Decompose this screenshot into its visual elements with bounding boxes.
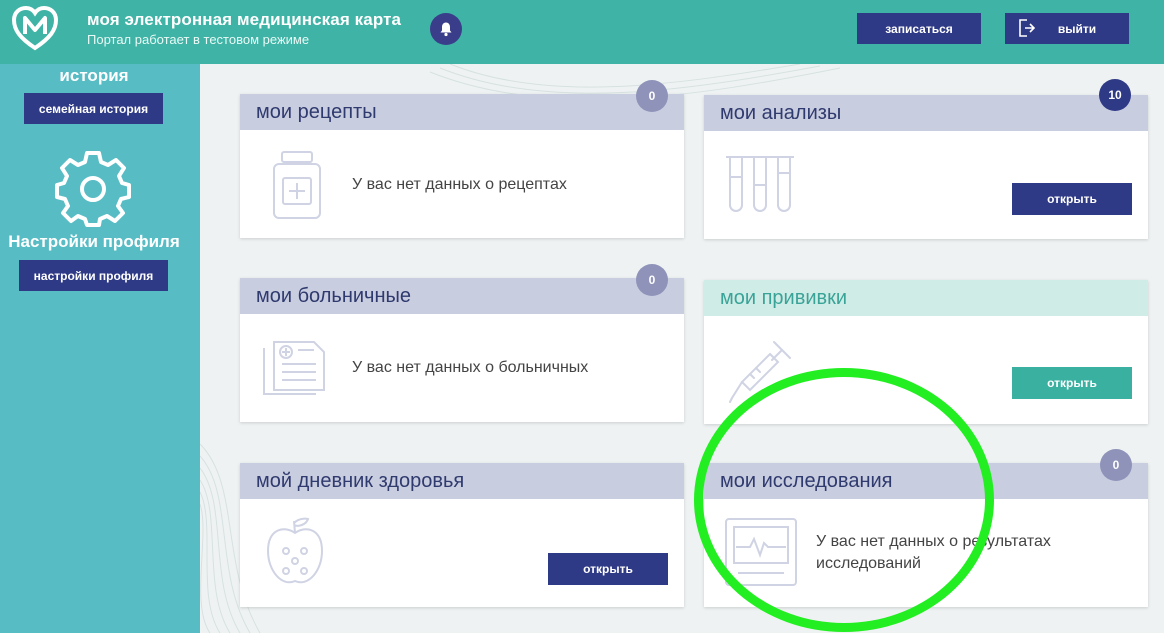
health-diary-open-button[interactable]: открыть — [548, 553, 668, 585]
family-history-button[interactable]: семейная история — [24, 93, 163, 124]
app-header: моя электронная медицинская карта Портал… — [0, 0, 1164, 64]
monitor-ecg-icon — [725, 518, 797, 586]
studies-title: мои исследования — [704, 463, 1148, 499]
book-appointment-button[interactable]: записаться — [857, 13, 981, 44]
sick-leave-card: мои больничные У вас нет данных о больни… — [240, 264, 684, 422]
sick-leave-count-badge: 0 — [636, 264, 668, 296]
analyses-card: мои анализы открыть 10 — [704, 79, 1148, 239]
sick-leave-title: мои больничные — [240, 278, 684, 314]
app-subtitle: Портал работает в тестовом режиме — [87, 32, 310, 47]
notifications-button[interactable] — [430, 13, 462, 45]
sidebar-heading-settings: Настройки профиля — [8, 232, 180, 251]
prescriptions-count-badge: 0 — [636, 80, 668, 112]
analyses-open-button[interactable]: открыть — [1012, 183, 1132, 215]
prescriptions-title: мои рецепты — [240, 94, 684, 130]
sidebar: история семейная история Настройки профи… — [0, 64, 200, 633]
heart-m-logo-icon[interactable] — [10, 4, 60, 54]
analyses-count-badge: 10 — [1099, 79, 1131, 111]
vaccinations-open-button[interactable]: открыть — [1012, 367, 1132, 399]
health-diary-title: мой дневник здоровья — [240, 463, 684, 499]
vaccinations-card: мои прививки открыть — [704, 280, 1148, 424]
studies-card: мои исследования У вас нет данных о резу… — [704, 449, 1148, 607]
analyses-title: мои анализы — [704, 95, 1148, 131]
studies-empty-text: У вас нет данных о результатах исследова… — [816, 533, 1051, 572]
prescriptions-empty-text: У вас нет данных о рецептах — [352, 176, 567, 193]
sick-leave-empty-text: У вас нет данных о больничных — [352, 359, 589, 376]
prescriptions-card: мои рецепты У вас нет данных о рецептах … — [240, 80, 684, 238]
medical-document-icon — [263, 341, 325, 395]
apple-icon — [266, 517, 324, 584]
bell-icon — [440, 22, 452, 37]
app-title: моя электронная медицинская карта — [87, 10, 402, 29]
health-diary-card: мой дневник здоровья открыть — [240, 463, 684, 607]
exit-icon — [1019, 19, 1036, 37]
sidebar-heading-family: история — [59, 66, 129, 85]
medicine-bottle-icon — [273, 151, 321, 219]
syringe-icon — [729, 341, 791, 403]
exit-label: выйти — [1057, 21, 1097, 36]
gear-icon[interactable] — [54, 150, 132, 228]
test-tubes-icon — [726, 156, 794, 212]
profile-settings-button[interactable]: настройки профиля — [19, 260, 168, 291]
studies-count-badge: 0 — [1100, 449, 1132, 481]
exit-button[interactable]: выйти — [1005, 13, 1129, 44]
vaccinations-title: мои прививки — [704, 280, 1148, 316]
